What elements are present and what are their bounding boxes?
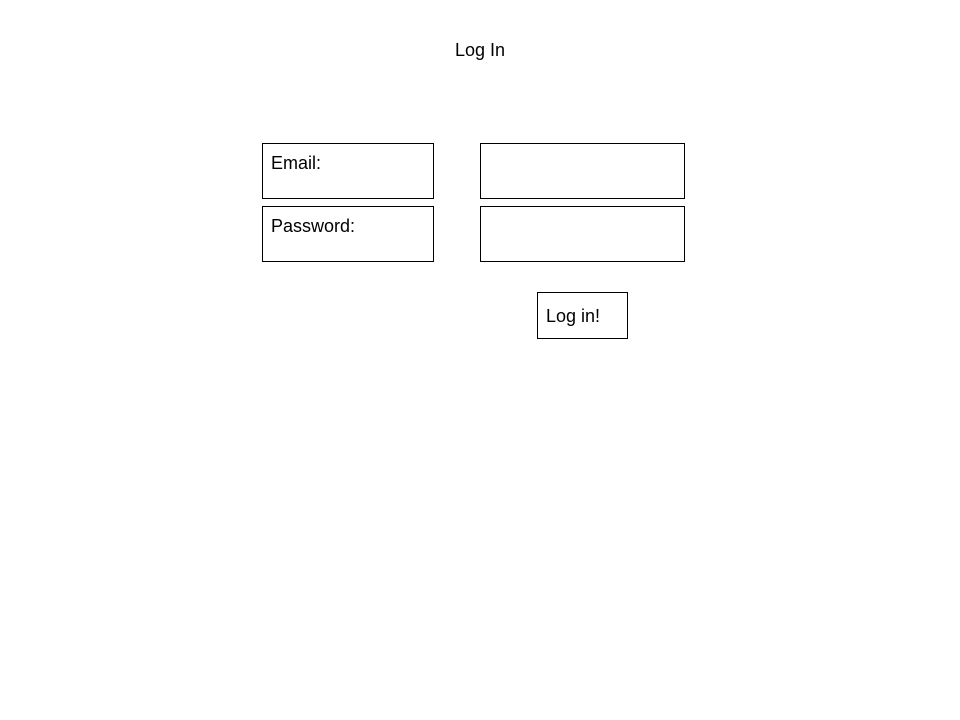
login-button[interactable]: Log in! (537, 292, 628, 339)
email-label: Email: (262, 143, 434, 199)
email-field[interactable] (480, 143, 685, 199)
page-title: Log In (454, 40, 506, 60)
password-label: Password: (262, 206, 434, 262)
password-field[interactable] (480, 206, 685, 262)
